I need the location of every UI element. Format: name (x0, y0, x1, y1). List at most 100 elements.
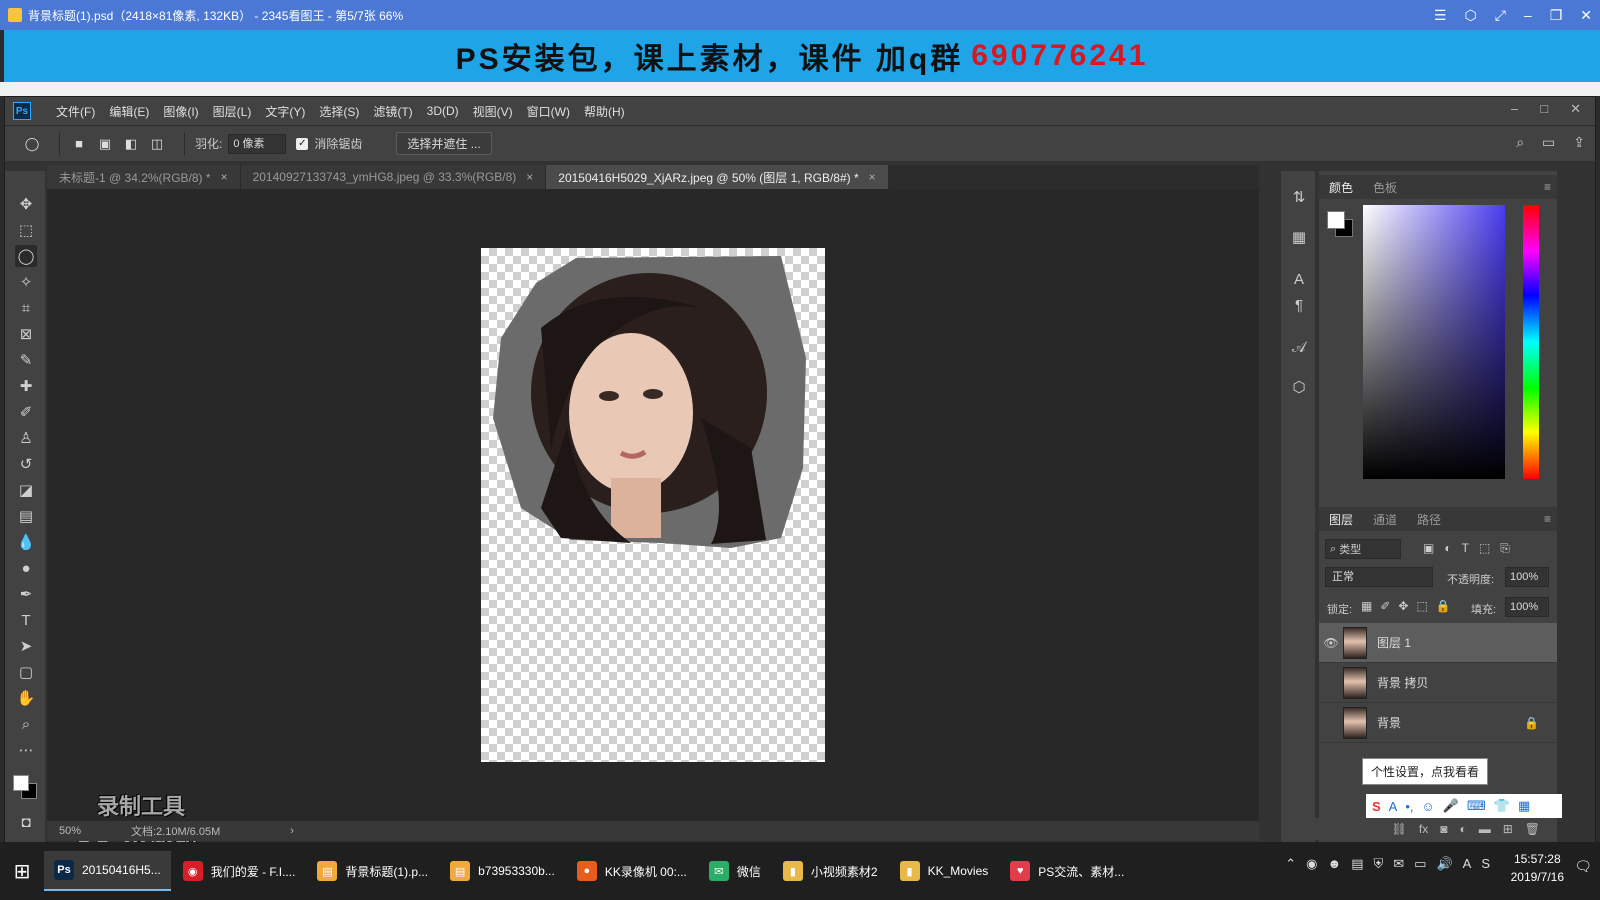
taskbar-app[interactable]: ▮ KK_Movies (890, 851, 999, 891)
canvas-area[interactable]: 录制工具 KK 录像机 (47, 189, 1259, 856)
menu-help[interactable]: 帮助(H) (577, 103, 632, 120)
ime-emoji-icon[interactable]: ☺ (1422, 799, 1435, 814)
ime-punct-icon[interactable]: •, (1405, 799, 1413, 814)
ps-close-icon[interactable]: ✕ (1570, 101, 1581, 117)
layer-row[interactable]: 背景 🔒 (1319, 703, 1557, 743)
crop-tool-icon[interactable]: ⌗ (15, 297, 37, 319)
sogou-ime-icon[interactable]: S (1372, 799, 1381, 814)
viewer-restore-icon[interactable]: ❐ (1550, 7, 1563, 24)
menu-filter[interactable]: 滤镜(T) (366, 103, 419, 120)
layer-mask-icon[interactable]: ◙ (1440, 822, 1447, 836)
type-tool-icon[interactable]: T (15, 609, 37, 631)
tab-swatches[interactable]: 色板 (1363, 179, 1407, 196)
workspace-icon[interactable]: ▭ (1542, 134, 1555, 151)
menu-window[interactable]: 窗口(W) (520, 103, 577, 120)
intersect-selection-icon[interactable]: ◫ (148, 135, 166, 153)
menu-file[interactable]: 文件(F) (49, 103, 102, 120)
feather-input[interactable]: 0 像素 (228, 133, 287, 154)
eyedropper-tool-icon[interactable]: ✎ (15, 349, 37, 371)
gradient-tool-icon[interactable]: ▤ (15, 505, 37, 527)
menu-layer[interactable]: 图层(L) (206, 103, 259, 120)
3d-panel-icon[interactable]: ⬡ (1289, 377, 1309, 397)
adjustment-filter-icon[interactable]: ◐ (1444, 541, 1451, 556)
brush-tool-icon[interactable]: ✐ (15, 401, 37, 423)
menu-3d[interactable]: 3D(D) (420, 104, 466, 118)
layer-row[interactable]: 背景 拷贝 (1319, 663, 1557, 703)
netease-tray-icon[interactable]: ◉ (1306, 856, 1317, 872)
ime-keyboard-icon[interactable]: ⌨ (1467, 798, 1486, 814)
smart-object-filter-icon[interactable]: ⎘ (1500, 541, 1510, 556)
tray-expand-icon[interactable]: ⌃ (1285, 856, 1296, 872)
more-tools-icon[interactable]: ⋯ (15, 739, 37, 761)
pen-tool-icon[interactable]: ✒ (15, 583, 37, 605)
taskbar-app[interactable]: ▤ b73953330b... (440, 851, 565, 891)
hand-tool-icon[interactable]: ✋ (15, 687, 37, 709)
share-icon[interactable]: ⇪ (1573, 134, 1585, 151)
menu-type[interactable]: 文字(Y) (258, 103, 312, 120)
blend-mode-select[interactable]: 正常 (1325, 567, 1433, 587)
lasso-tool-icon[interactable]: ◯ (15, 245, 37, 267)
character-panel-icon[interactable]: A (1289, 269, 1309, 289)
tab-layers[interactable]: 图层 (1319, 511, 1363, 528)
taskbar-app[interactable]: ◉ 我们的爱 - F.I.... (173, 851, 306, 891)
panel-menu-icon[interactable]: ≡ (1544, 180, 1551, 194)
eraser-tool-icon[interactable]: ◪ (15, 479, 37, 501)
lock-artboard-icon[interactable]: ⬚ (1416, 599, 1427, 613)
sogou-tray-icon[interactable]: S (1481, 856, 1490, 872)
close-tab-icon[interactable]: × (221, 170, 228, 184)
healing-brush-tool-icon[interactable]: ✚ (15, 375, 37, 397)
ime-skin-icon[interactable]: 👕 (1494, 798, 1510, 814)
adjustment-layer-icon[interactable]: ◐ (1459, 822, 1466, 836)
new-selection-icon[interactable]: ■ (70, 135, 88, 153)
path-selection-tool-icon[interactable]: ➤ (15, 635, 37, 657)
search-icon[interactable]: ⌕ (1516, 134, 1524, 151)
panel-menu-icon[interactable]: ≡ (1544, 512, 1551, 526)
lock-pixels-icon[interactable]: ✐ (1380, 599, 1390, 613)
lasso-preset-icon[interactable]: ◯ (23, 135, 41, 153)
antialias-checkbox[interactable]: ✓ (296, 137, 309, 150)
opacity-input[interactable]: 100% (1505, 567, 1549, 587)
lock-all-icon[interactable]: 🔒 (1436, 599, 1451, 613)
wechat-tray-icon[interactable]: ✉ (1393, 856, 1404, 872)
stamp-tool-icon[interactable]: ♙ (15, 427, 37, 449)
quick-mask-icon[interactable]: ◘ (15, 811, 37, 833)
taskbar-app[interactable]: ▮ 小视频素材2 (773, 851, 888, 891)
actions-panel-icon[interactable]: ▦ (1289, 227, 1309, 247)
lock-transparent-icon[interactable]: ▦ (1361, 599, 1372, 613)
volume-icon[interactable]: 🔊 (1436, 856, 1452, 872)
zoom-tool-icon[interactable]: ⌕ (15, 713, 37, 735)
blur-tool-icon[interactable]: 💧 (15, 531, 37, 553)
viewer-minimize-icon[interactable]: – (1524, 7, 1532, 23)
menu-edit[interactable]: 编辑(E) (102, 103, 156, 120)
history-panel-icon[interactable]: ⇅ (1289, 187, 1309, 207)
security-tray-icon[interactable]: ⛨ (1374, 856, 1384, 872)
magic-wand-tool-icon[interactable]: ✧ (15, 271, 37, 293)
network-tray-icon[interactable]: ▤ (1351, 856, 1363, 872)
layer-style-icon[interactable]: fx (1419, 822, 1428, 836)
taskbar-app[interactable]: ● KK录像机 00:... (567, 851, 697, 891)
qq-tray-icon[interactable]: ☻ (1328, 856, 1342, 872)
viewer-close-icon[interactable]: ✕ (1580, 7, 1592, 24)
ps-minimize-icon[interactable]: – (1511, 101, 1518, 117)
panel-foreground-color[interactable] (1327, 211, 1345, 229)
ime-voice-icon[interactable]: 🎤 (1443, 798, 1459, 814)
display-tray-icon[interactable]: ▭ (1414, 856, 1426, 872)
paragraph-panel-icon[interactable]: ¶ (1289, 295, 1309, 315)
new-layer-icon[interactable]: ⊞ (1503, 822, 1513, 836)
menu-view[interactable]: 视图(V) (466, 103, 520, 120)
shape-tool-icon[interactable]: ▢ (15, 661, 37, 683)
taskbar-app[interactable]: ♥ PS交流、素材... (1000, 851, 1134, 891)
color-picker-field[interactable] (1363, 205, 1505, 479)
layer-filter-select[interactable]: ⌕ 类型 (1325, 539, 1401, 559)
hue-slider[interactable] (1523, 205, 1539, 479)
pixel-filter-icon[interactable]: ▣ (1423, 541, 1434, 556)
fill-input[interactable]: 100% (1505, 597, 1549, 617)
ime-grid-icon[interactable]: ▦ (1518, 798, 1530, 814)
tab-color[interactable]: 颜色 (1319, 179, 1363, 196)
tab-document-3[interactable]: 20150416H5029_XjARz.jpeg @ 50% (图层 1, RG… (546, 165, 889, 189)
type-filter-icon[interactable]: T (1462, 541, 1469, 556)
shape-filter-icon[interactable]: ⬚ (1479, 541, 1490, 556)
delete-layer-icon[interactable]: 🗑 (1525, 822, 1540, 836)
taskbar-app[interactable]: ✉ 微信 (699, 851, 771, 891)
taskbar-app[interactable]: Ps 20150416H5... (44, 851, 171, 891)
